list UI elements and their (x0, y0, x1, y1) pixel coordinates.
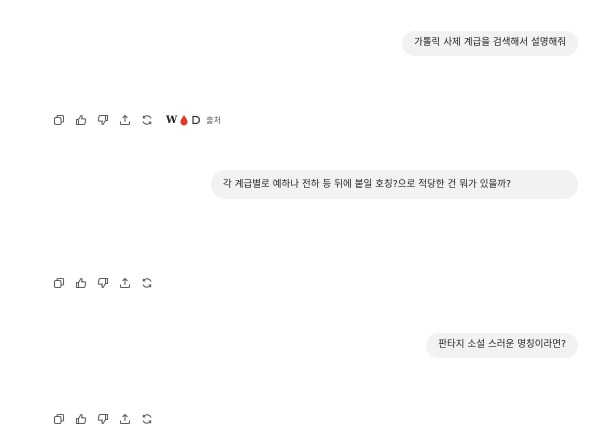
thumbs-down-icon[interactable] (97, 277, 109, 289)
share-icon[interactable] (119, 114, 131, 126)
share-icon[interactable] (119, 413, 131, 425)
user-message-bubble: 가톨릭 사제 계급을 검색해서 설명해줘 (402, 31, 578, 56)
regenerate-icon[interactable] (141, 277, 153, 289)
outline-source-icon (191, 115, 201, 125)
sources-button[interactable]: W 출처 (166, 114, 221, 126)
wikipedia-icon: W (166, 114, 178, 126)
response-actions (53, 276, 163, 290)
regenerate-icon[interactable] (141, 413, 153, 425)
copy-icon[interactable] (53, 114, 65, 126)
response-actions: W 출처 (53, 113, 221, 127)
thumbs-up-icon[interactable] (75, 413, 87, 425)
regenerate-icon[interactable] (141, 114, 153, 126)
user-message-bubble: 각 계급별로 예하나 전하 등 뒤에 붙일 호칭?으로 적당한 건 뭐가 있을까… (211, 170, 578, 199)
thumbs-up-icon[interactable] (75, 114, 87, 126)
copy-icon[interactable] (53, 277, 65, 289)
share-icon[interactable] (119, 277, 131, 289)
user-message-text: 각 계급별로 예하나 전하 등 뒤에 붙일 호칭?으로 적당한 건 뭐가 있을까… (223, 179, 512, 190)
thumbs-up-icon[interactable] (75, 277, 87, 289)
user-message-text: 가톨릭 사제 계급을 검색해서 설명해줘 (414, 37, 566, 48)
thumbs-down-icon[interactable] (97, 413, 109, 425)
copy-icon[interactable] (53, 413, 65, 425)
red-drop-icon (179, 114, 189, 126)
user-message-bubble: 판타지 소설 스러운 명칭이라면? (426, 333, 578, 358)
response-actions (53, 412, 163, 426)
user-message-text: 판타지 소설 스러운 명칭이라면? (438, 339, 566, 350)
sources-label: 출처 (206, 115, 221, 125)
thumbs-down-icon[interactable] (97, 114, 109, 126)
